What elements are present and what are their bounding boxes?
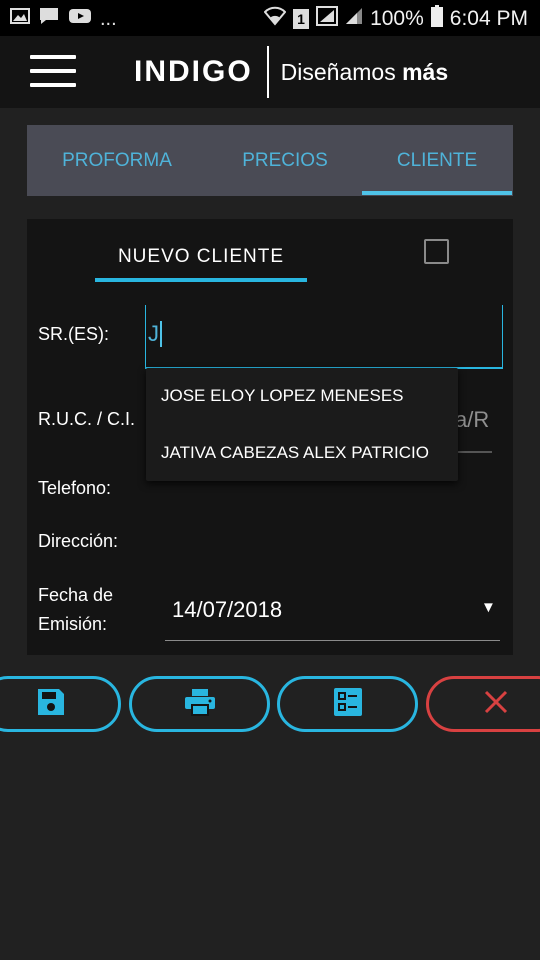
wifi-icon bbox=[263, 6, 287, 32]
more-notifications-indicator: ... bbox=[100, 7, 117, 30]
nuevo-cliente-checkbox[interactable] bbox=[424, 239, 449, 264]
cancel-button[interactable] bbox=[426, 676, 540, 732]
print-icon bbox=[184, 687, 216, 722]
status-bar: ... 1 100% 6:04 PM bbox=[0, 0, 540, 36]
logo-divider bbox=[266, 46, 269, 98]
tab-precios[interactable]: PRECIOS bbox=[207, 125, 363, 196]
app-bar: INDIGO Diseñamos más bbox=[0, 36, 540, 108]
ruc-label: R.U.C. / C.I. bbox=[38, 409, 136, 429]
tab-bar: PROFORMA PRECIOS CLIENTE bbox=[27, 125, 513, 196]
tab-label: CLIENTE bbox=[396, 149, 478, 171]
fecha-emision-value[interactable]: 14/07/2018 bbox=[172, 597, 282, 623]
fecha-underline bbox=[165, 640, 500, 641]
nuevo-cliente-underline bbox=[95, 278, 307, 282]
telefono-label: Telefono: bbox=[38, 478, 112, 498]
sr-input[interactable]: J bbox=[145, 305, 503, 369]
autocomplete-option[interactable]: JOSE ELOY LOPEZ MENESES bbox=[161, 386, 404, 406]
tab-label: PRECIOS bbox=[242, 149, 328, 171]
battery-icon bbox=[430, 5, 443, 33]
status-notifications: ... bbox=[10, 6, 117, 31]
checklist-icon bbox=[333, 687, 363, 722]
dropdown-arrow-icon[interactable]: ▼ bbox=[481, 599, 496, 616]
autocomplete-option[interactable]: JATIVA CABEZAS ALEX PATRICIO bbox=[161, 443, 429, 463]
save-button[interactable] bbox=[0, 676, 121, 732]
image-icon bbox=[10, 7, 30, 30]
fecha-label: Fecha de Emisión: bbox=[38, 585, 114, 634]
active-tab-indicator bbox=[362, 191, 512, 195]
chat-bubble-icon bbox=[38, 6, 60, 31]
signal-strength-icon bbox=[345, 7, 363, 31]
checklist-button[interactable] bbox=[277, 676, 418, 732]
app-logo: INDIGO Diseñamos más bbox=[134, 46, 449, 98]
autocomplete-dropdown: JOSE ELOY LOPEZ MENESES JATIVA CABEZAS A… bbox=[146, 368, 458, 481]
save-icon bbox=[36, 687, 66, 722]
hamburger-menu-icon[interactable] bbox=[30, 55, 76, 89]
print-button[interactable] bbox=[129, 676, 270, 732]
tab-cliente[interactable]: CLIENTE bbox=[362, 125, 512, 196]
logo-tagline: Diseñamos más bbox=[280, 58, 449, 85]
youtube-icon bbox=[68, 7, 92, 30]
battery-percent: 100% bbox=[370, 7, 424, 30]
signal-icon bbox=[316, 6, 339, 32]
tab-label: PROFORMA bbox=[62, 149, 172, 171]
sim-slot-icon: 1 bbox=[293, 9, 310, 29]
tab-proforma[interactable]: PROFORMA bbox=[27, 125, 207, 196]
sr-label: SR.(ES): bbox=[38, 324, 110, 344]
status-system: 1 100% 6:04 PM bbox=[263, 5, 528, 33]
clock: 6:04 PM bbox=[449, 7, 528, 30]
nuevo-cliente-tab[interactable]: NUEVO CLIENTE bbox=[95, 233, 307, 281]
direccion-label: Dirección: bbox=[38, 531, 119, 551]
ruc-input-hint: a/R bbox=[455, 407, 490, 432]
sr-input-value: J bbox=[148, 321, 159, 346]
close-icon bbox=[483, 689, 509, 720]
logo-wordmark: INDIGO bbox=[134, 55, 253, 88]
text-cursor bbox=[160, 321, 162, 347]
